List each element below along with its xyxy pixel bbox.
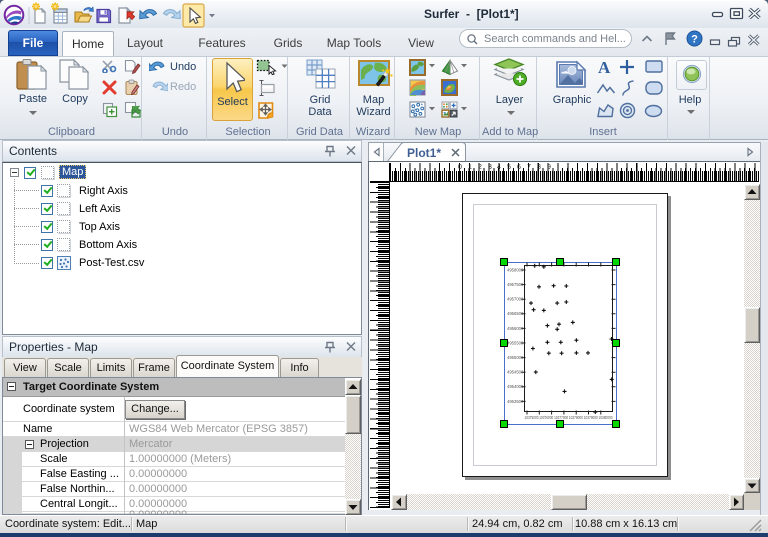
svg-text:10375000 10376000 10377000 103: 10375000 10376000 10377000 10378000 1037… [525, 415, 613, 420]
svg-text:4955000: 4955000 [507, 355, 524, 360]
svg-text:4954500: 4954500 [507, 370, 524, 375]
svg-text:4955500: 4955500 [507, 340, 524, 345]
svg-text:4956500: 4956500 [507, 311, 524, 316]
svg-text:4954000: 4954000 [507, 384, 524, 389]
svg-text:?: ? [691, 34, 698, 46]
svg-text:4957500: 4957500 [507, 282, 524, 287]
svg-text:4956000: 4956000 [507, 326, 524, 331]
svg-text:4957000: 4957000 [507, 297, 524, 302]
svg-text:4958000: 4958000 [507, 268, 524, 273]
svg-text:4953500: 4953500 [507, 399, 524, 404]
